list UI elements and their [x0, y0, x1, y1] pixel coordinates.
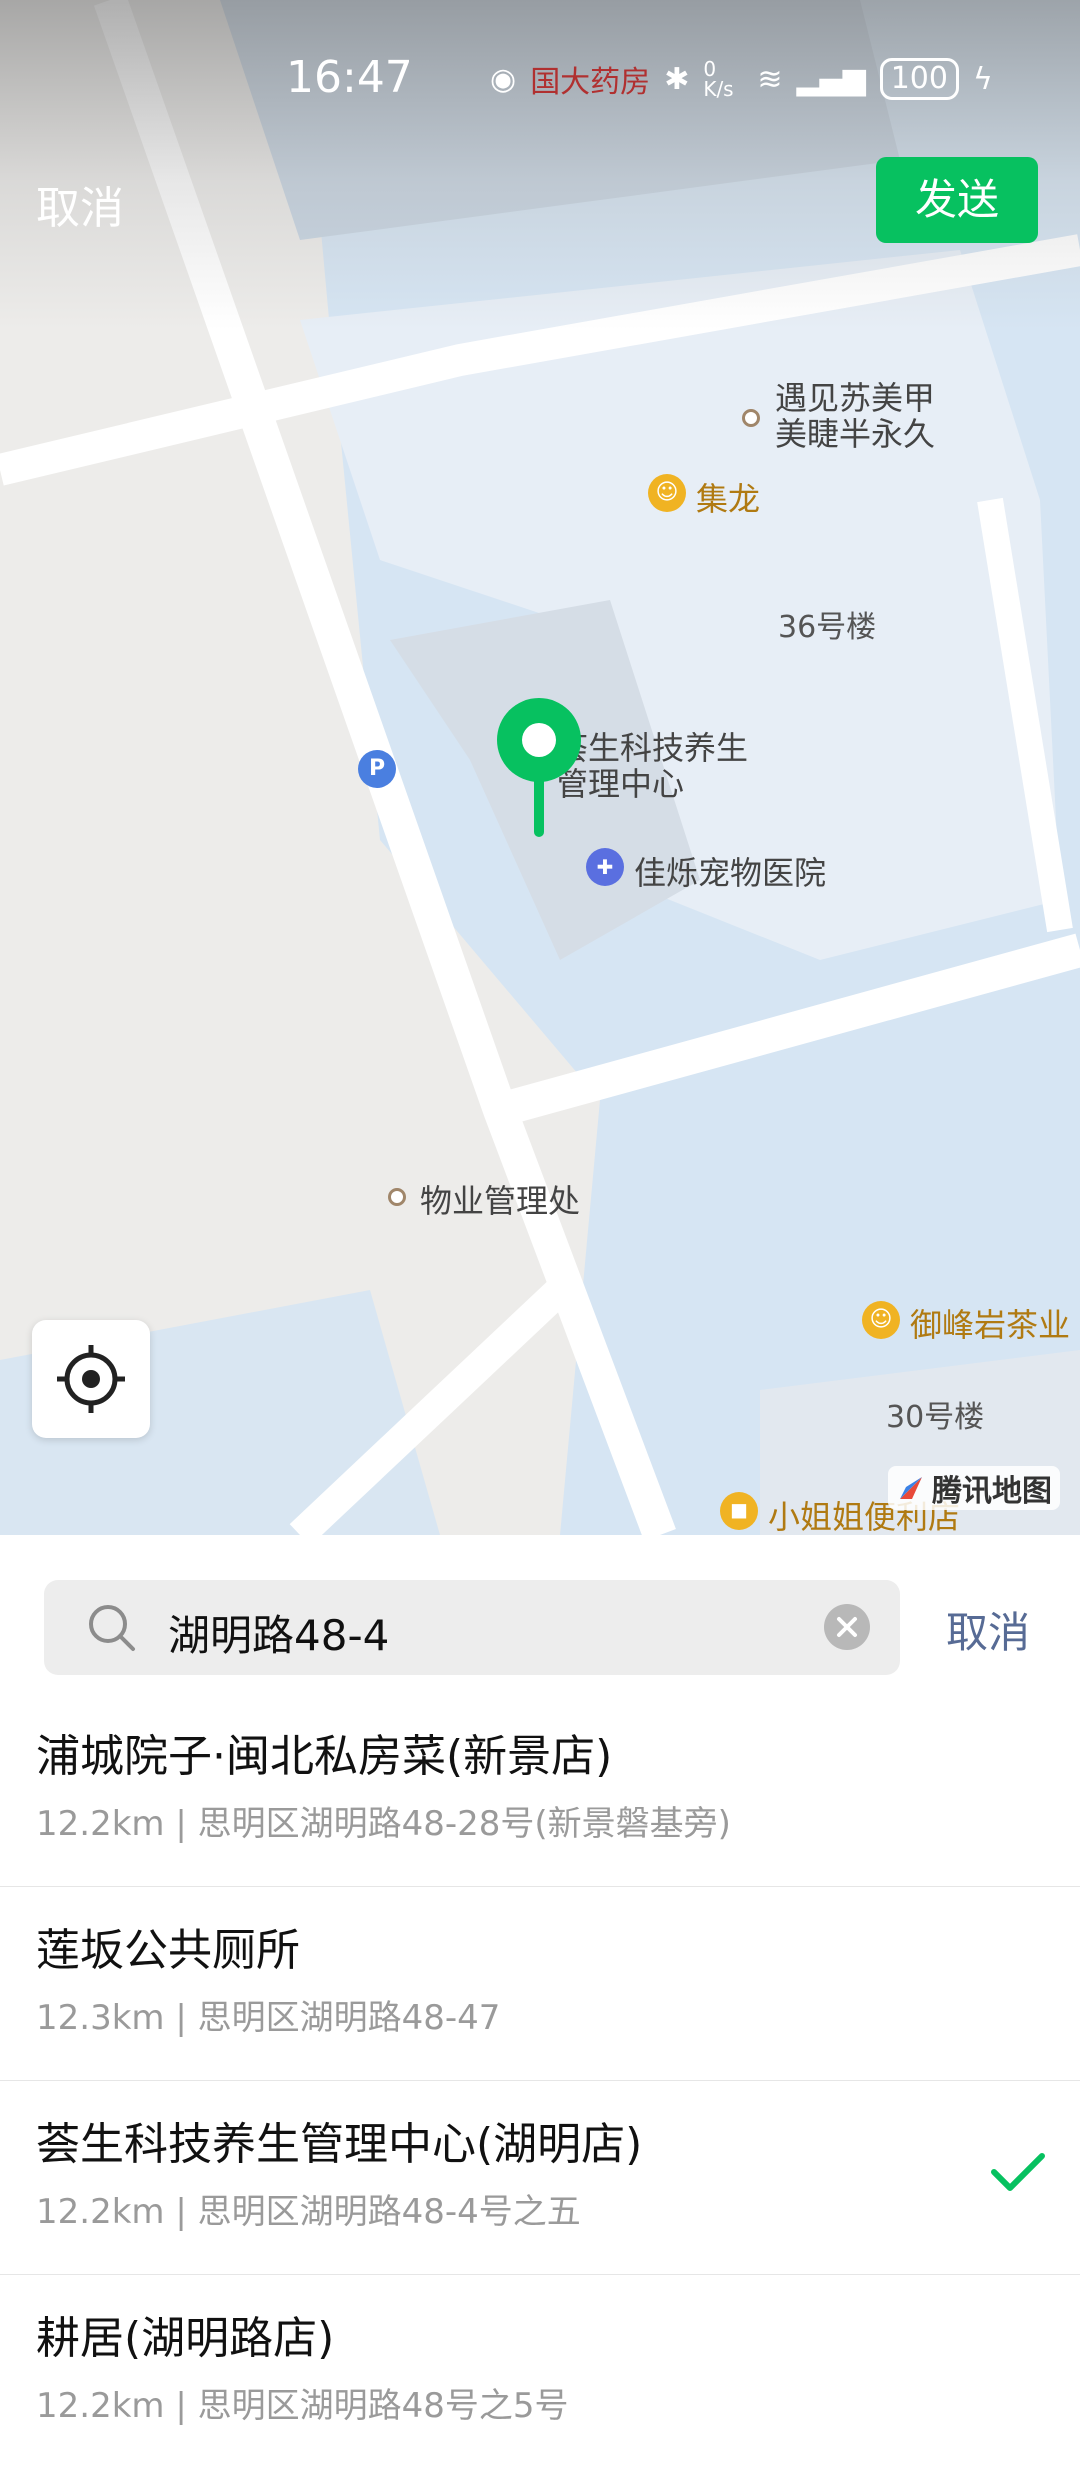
result-address: 12.2km | 思明区湖明路48-28号(新景磐基旁) [36, 1804, 731, 1844]
cancel-button[interactable]: 取消 [36, 172, 124, 236]
pet-hospital-icon: ✚ [586, 848, 624, 886]
poi-pet-hospital[interactable]: 佳烁宠物医院 [634, 848, 826, 894]
send-button[interactable]: 发送 [876, 157, 1038, 243]
search-box[interactable]: 湖明路48-4 [44, 1580, 900, 1675]
building-30-label: 30号楼 [886, 1400, 985, 1435]
poi-huisheng[interactable]: 荟生科技养生 管理中心 [556, 730, 748, 802]
battery-icon: 100 [879, 58, 959, 100]
result-address: 12.2km | 思明区湖明路48号之5号 [36, 2386, 569, 2426]
poi-dot [388, 1188, 406, 1206]
poi-yujian[interactable]: 遇见苏美甲 美睫半永久 [775, 380, 935, 452]
bluetooth-icon: ✱ [664, 61, 690, 97]
poi-property[interactable]: 物业管理处 [420, 1176, 580, 1222]
map-provider-logo: 腾讯地图 [888, 1466, 1060, 1510]
map-view[interactable]: 遇见苏美甲 美睫半永久 ☺ 集龙 36号楼 P 荟生科技养生 管理中心 ✚ 佳烁… [0, 0, 1080, 1535]
cancel-search-button[interactable]: 取消 [946, 1599, 1030, 1660]
store-icon: ◼ [720, 1492, 758, 1530]
tencent-map-icon [900, 1477, 922, 1499]
network-speed: 0 K/s [703, 57, 734, 101]
parking-icon: P [358, 750, 396, 788]
poi-jilong[interactable]: 集龙 [696, 474, 760, 520]
status-time: 16:47 [286, 52, 413, 103]
signal-icon: ▂▄▆ [796, 61, 866, 97]
carrier-text: 国大药房 [530, 65, 651, 100]
eye-icon: ◉ [490, 61, 517, 97]
result-item[interactable]: 莲坂公共厕所 12.3km | 思明区湖明路48-47 [0, 1886, 1080, 2081]
search-icon [89, 1605, 135, 1651]
charging-icon: ϟ [972, 61, 993, 97]
clear-search-button[interactable] [824, 1604, 870, 1650]
result-item[interactable]: 浦城院子·闽北私房菜(新景店) 12.2km | 思明区湖明路48-28号(新景… [0, 1692, 1080, 1887]
result-address: 12.2km | 思明区湖明路48-4号之五 [36, 2192, 581, 2232]
location-pin-icon [497, 698, 581, 837]
search-panel: 湖明路48-4 取消 浦城院子·闽北私房菜(新景店) 12.2km | 思明区湖… [0, 1535, 1080, 2426]
close-icon [837, 1617, 857, 1637]
crosshair-icon [57, 1345, 125, 1413]
tea-icon: ☺ [862, 1301, 900, 1339]
checkmark-icon [991, 2153, 1045, 2191]
wifi-icon: ≋ [757, 61, 783, 97]
poi-dot [742, 409, 760, 427]
status-icons: ◉ 国大药房 ✱ 0 K/s ≋ ▂▄▆ 100 ϟ [490, 54, 993, 104]
result-name: 莲坂公共厕所 [36, 1925, 300, 1976]
poi-tea[interactable]: 御峰岩茶业 [910, 1300, 1070, 1346]
search-input[interactable]: 湖明路48-4 [168, 1602, 389, 1663]
result-name: 耕居(湖明路店) [36, 2313, 335, 2364]
status-bar: 16:47 ◉ 国大药房 ✱ 0 K/s ≋ ▂▄▆ 100 ϟ [0, 0, 1080, 160]
result-item[interactable]: 耕居(湖明路店) 12.2km | 思明区湖明路48号之5号 [0, 2274, 1080, 2468]
result-address: 12.3km | 思明区湖明路48-47 [36, 1998, 501, 2038]
locate-button[interactable] [32, 1320, 150, 1438]
result-name: 荟生科技养生管理中心(湖明店) [36, 2119, 643, 2170]
building-36-label: 36号楼 [778, 610, 877, 645]
result-item-selected[interactable]: 荟生科技养生管理中心(湖明店) 12.2km | 思明区湖明路48-4号之五 [0, 2080, 1080, 2275]
food-icon: ☺ [648, 474, 686, 512]
map-provider-name: 腾讯地图 [932, 1474, 1052, 1509]
result-name: 浦城院子·闽北私房菜(新景店) [36, 1731, 613, 1782]
